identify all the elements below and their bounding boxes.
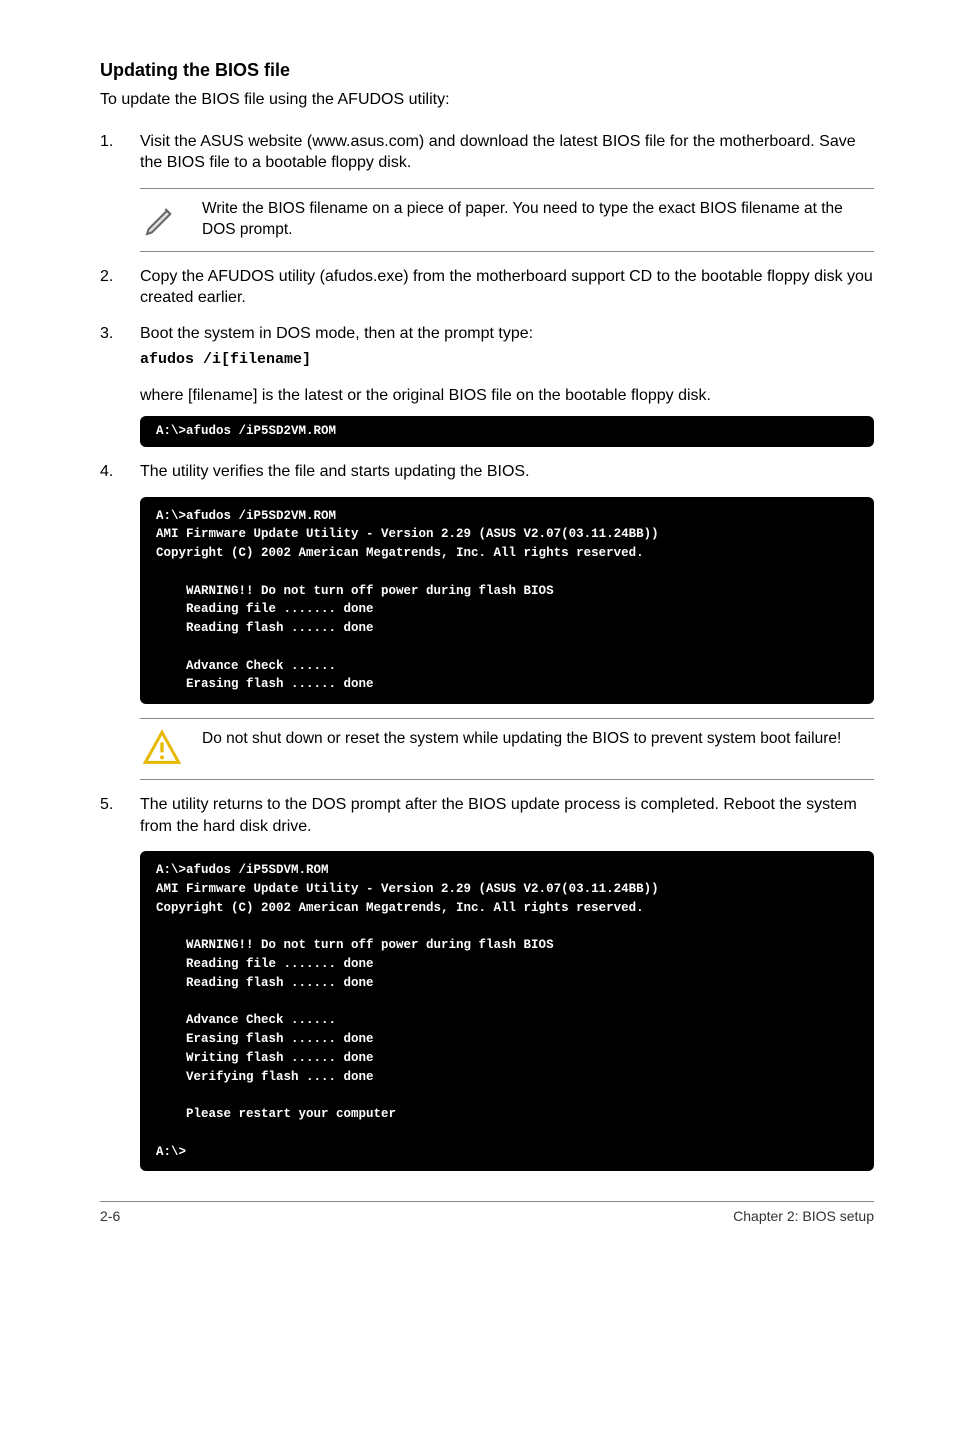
step-text: The utility returns to the DOS prompt af… [140, 794, 874, 837]
step-number: 1. [100, 131, 140, 174]
terminal-output-1: A:\>afudos /iP5SD2VM.ROM [140, 416, 874, 447]
page-footer: 2-6 Chapter 2: BIOS setup [100, 1201, 874, 1224]
section-heading: Updating the BIOS file [100, 60, 874, 81]
step-3-line: Boot the system in DOS mode, then at the… [140, 325, 533, 342]
warning-text: Do not shut down or reset the system whi… [202, 729, 874, 750]
step-number: 4. [100, 461, 140, 483]
note-callout: Write the BIOS filename on a piece of pa… [140, 188, 874, 252]
chapter-label: Chapter 2: BIOS setup [733, 1208, 874, 1224]
step-text: Copy the AFUDOS utility (afudos.exe) fro… [140, 266, 874, 309]
step-text: The utility verifies the file and starts… [140, 461, 874, 483]
command-text: afudos /i[filename] [140, 350, 874, 370]
intro-text: To update the BIOS file using the AFUDOS… [100, 89, 874, 111]
note-text: Write the BIOS filename on a piece of pa… [202, 199, 874, 241]
step-number: 2. [100, 266, 140, 309]
terminal-output-3: A:\>afudos /iP5SDVM.ROM AMI Firmware Upd… [140, 851, 874, 1171]
step-2: 2. Copy the AFUDOS utility (afudos.exe) … [100, 266, 874, 309]
step-1: 1. Visit the ASUS website (www.asus.com)… [100, 131, 874, 174]
warning-callout: Do not shut down or reset the system whi… [140, 718, 874, 780]
step-4: 4. The utility verifies the file and sta… [100, 461, 874, 483]
step-text: Boot the system in DOS mode, then at the… [140, 323, 874, 371]
pencil-icon [140, 199, 184, 239]
step-number: 3. [100, 323, 140, 371]
warning-icon [140, 729, 184, 769]
step-number: 5. [100, 794, 140, 837]
step-5: 5. The utility returns to the DOS prompt… [100, 794, 874, 837]
step-text: Visit the ASUS website (www.asus.com) an… [140, 131, 874, 174]
terminal-output-2: A:\>afudos /iP5SD2VM.ROM AMI Firmware Up… [140, 497, 874, 705]
step-3: 3. Boot the system in DOS mode, then at … [100, 323, 874, 371]
step-3-after: where [filename] is the latest or the or… [140, 385, 874, 407]
page-number: 2-6 [100, 1208, 120, 1224]
